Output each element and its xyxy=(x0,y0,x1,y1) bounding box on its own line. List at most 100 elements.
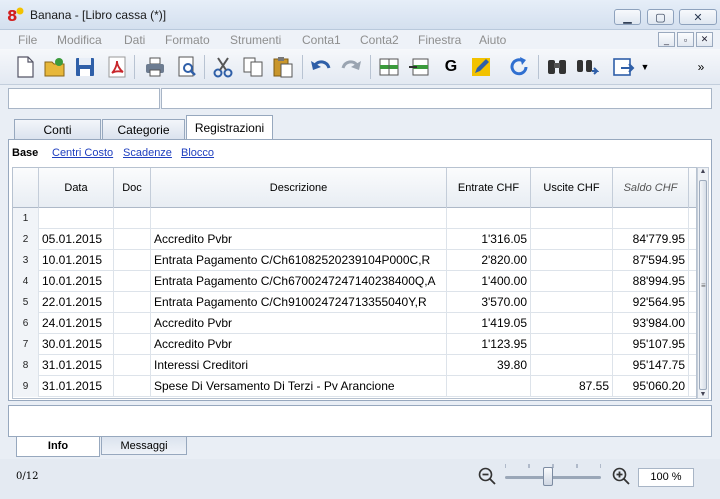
menu-file[interactable]: File xyxy=(18,33,37,47)
subtab-scadenze[interactable]: Scadenze xyxy=(123,147,172,159)
undo-icon[interactable] xyxy=(308,54,334,80)
cell-row-number[interactable]: 6 xyxy=(13,313,39,334)
cell-uscite[interactable] xyxy=(531,355,613,376)
cell-entrate[interactable]: 1'419.05 xyxy=(447,313,531,334)
minimize-button[interactable]: ▁ xyxy=(614,9,641,25)
cell-data[interactable]: 31.01.2015 xyxy=(39,355,114,376)
cell-doc[interactable] xyxy=(114,376,151,397)
cell-descrizione[interactable]: Entrata Pagamento C/Ch670024724714023840… xyxy=(151,271,447,292)
mdi-close-button[interactable]: ✕ xyxy=(696,32,713,47)
cell-entrate[interactable]: 1'123.95 xyxy=(447,334,531,355)
table-row[interactable]: 7 30.01.2015 Accredito Pvbr 1'123.95 95'107.… xyxy=(13,334,696,355)
cell-row-number[interactable]: 8 xyxy=(13,355,39,376)
cell-entrate[interactable]: 1'400.00 xyxy=(447,271,531,292)
cell-descrizione[interactable]: Accredito Pvbr xyxy=(151,229,447,250)
cell-descrizione[interactable]: Entrata Pagamento C/Ch61082520239104P000… xyxy=(151,250,447,271)
table-row[interactable]: 2 05.01.2015 Accredito Pvbr 1'316.05 84'779.… xyxy=(13,229,696,250)
header-descrizione[interactable]: Descrizione xyxy=(151,168,447,208)
menu-dati[interactable]: Dati xyxy=(124,33,145,47)
menu-formato[interactable]: Formato xyxy=(165,33,210,47)
table-row[interactable]: 3 10.01.2015 Entrata Pagamento C/Ch6108252… xyxy=(13,250,696,271)
cell-data[interactable]: 24.01.2015 xyxy=(39,313,114,334)
g-icon[interactable]: G xyxy=(438,54,464,80)
open-file-icon[interactable] xyxy=(42,54,68,80)
subtab-base[interactable]: Base xyxy=(12,147,38,159)
cell-descrizione[interactable]: Accredito Pvbr xyxy=(151,313,447,334)
recalculate-icon[interactable] xyxy=(506,54,532,80)
cell-entrate[interactable] xyxy=(447,208,531,229)
copy-icon[interactable] xyxy=(240,54,266,80)
save-icon[interactable] xyxy=(72,54,98,80)
cell-address-field[interactable] xyxy=(8,88,160,109)
paste-icon[interactable] xyxy=(270,54,296,80)
header-doc[interactable]: Doc xyxy=(114,168,151,208)
delete-row-icon[interactable] xyxy=(406,54,432,80)
cell-descrizione[interactable]: Spese Di Versamento Di Terzi - Pv Aranci… xyxy=(151,376,447,397)
zoom-in-icon[interactable] xyxy=(612,467,630,485)
cell-saldo[interactable]: 84'779.95 xyxy=(613,229,689,250)
edit-icon[interactable] xyxy=(468,54,494,80)
cell-row-number[interactable]: 5 xyxy=(13,292,39,313)
cell-entrate[interactable]: 39.80 xyxy=(447,355,531,376)
new-file-icon[interactable] xyxy=(12,54,38,80)
cell-doc[interactable] xyxy=(114,334,151,355)
cell-uscite[interactable]: 87.55 xyxy=(531,376,613,397)
bottom-tab-info[interactable]: Info xyxy=(16,437,100,457)
cell-uscite[interactable] xyxy=(531,313,613,334)
cell-row-number[interactable]: 9 xyxy=(13,376,39,397)
mdi-minimize-button[interactable]: _ xyxy=(658,32,675,47)
cell-row-number[interactable]: 2 xyxy=(13,229,39,250)
menu-modifica[interactable]: Modifica xyxy=(57,33,102,47)
print-preview-icon[interactable] xyxy=(174,54,200,80)
subtab-centri-costo[interactable]: Centri Costo xyxy=(52,147,113,159)
tab-categorie[interactable]: Categorie xyxy=(102,119,185,139)
menu-aiuto[interactable]: Aiuto xyxy=(479,33,506,47)
cell-uscite[interactable] xyxy=(531,292,613,313)
cell-entrate[interactable]: 1'316.05 xyxy=(447,229,531,250)
menu-strumenti[interactable]: Strumenti xyxy=(230,33,281,47)
cell-uscite[interactable] xyxy=(531,334,613,355)
menu-conta2[interactable]: Conta2 xyxy=(360,33,399,47)
cell-uscite[interactable] xyxy=(531,208,613,229)
cell-doc[interactable] xyxy=(114,355,151,376)
cell-data[interactable]: 22.01.2015 xyxy=(39,292,114,313)
table-row[interactable]: 6 24.01.2015 Accredito Pvbr 1'419.05 93'984.… xyxy=(13,313,696,334)
cell-row-number[interactable]: 7 xyxy=(13,334,39,355)
cell-entrate[interactable] xyxy=(447,376,531,397)
header-data[interactable]: Data xyxy=(39,168,114,208)
cell-saldo[interactable]: 87'594.95 xyxy=(613,250,689,271)
cell-saldo[interactable] xyxy=(613,208,689,229)
scroll-up-icon[interactable]: ▲ xyxy=(698,168,708,175)
pdf-icon[interactable] xyxy=(104,54,130,80)
cell-descrizione[interactable] xyxy=(151,208,447,229)
cell-entrate[interactable]: 2'820.00 xyxy=(447,250,531,271)
cell-doc[interactable] xyxy=(114,250,151,271)
cell-saldo[interactable]: 95'107.95 xyxy=(613,334,689,355)
menu-conta1[interactable]: Conta1 xyxy=(302,33,341,47)
cut-icon[interactable] xyxy=(210,54,236,80)
cell-uscite[interactable] xyxy=(531,250,613,271)
table-row[interactable]: 9 31.01.2015 Spese Di Versamento Di Terzi … xyxy=(13,376,696,397)
cell-saldo[interactable]: 88'994.95 xyxy=(613,271,689,292)
redo-icon[interactable] xyxy=(338,54,364,80)
maximize-button[interactable]: ▢ xyxy=(647,9,674,25)
zoom-out-icon[interactable] xyxy=(478,467,496,485)
cell-doc[interactable] xyxy=(114,292,151,313)
cell-entrate[interactable]: 3'570.00 xyxy=(447,292,531,313)
cell-saldo[interactable]: 95'060.20 xyxy=(613,376,689,397)
bottom-tab-messaggi[interactable]: Messaggi xyxy=(101,437,187,455)
cell-data[interactable]: 30.01.2015 xyxy=(39,334,114,355)
menu-finestra[interactable]: Finestra xyxy=(418,33,461,47)
cell-data[interactable]: 05.01.2015 xyxy=(39,229,114,250)
find-next-icon[interactable] xyxy=(574,54,600,80)
subtab-blocco[interactable]: Blocco xyxy=(181,147,214,159)
header-uscite[interactable]: Uscite CHF xyxy=(531,168,613,208)
cell-doc[interactable] xyxy=(114,208,151,229)
zoom-slider-handle[interactable] xyxy=(543,467,554,486)
table-row[interactable]: 8 31.01.2015 Interessi Creditori 39.80 95'14… xyxy=(13,355,696,376)
toolbar-overflow-chevron-right-icon[interactable]: » xyxy=(694,54,708,80)
cell-row-number[interactable]: 1 xyxy=(13,208,39,229)
find-icon[interactable] xyxy=(544,54,570,80)
export-icon[interactable] xyxy=(610,54,636,80)
cell-doc[interactable] xyxy=(114,313,151,334)
